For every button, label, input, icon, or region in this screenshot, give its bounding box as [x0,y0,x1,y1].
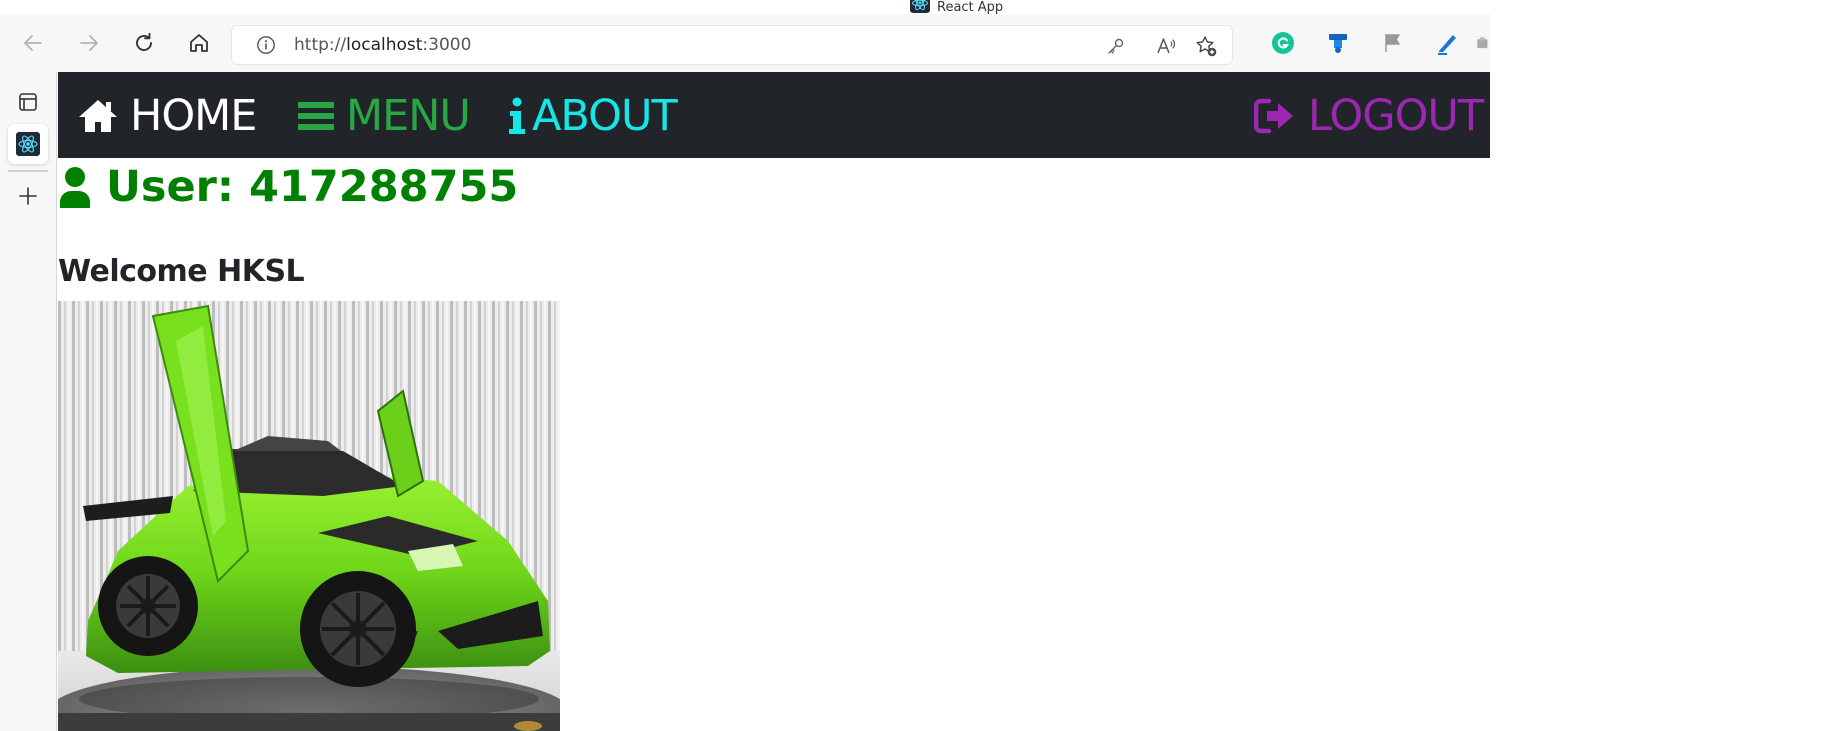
react-tab-icon[interactable] [8,124,48,164]
browser-toolbar: http://localhost:3000 [0,14,1490,72]
address-bar[interactable]: http://localhost:3000 [232,26,1232,64]
car-image [58,301,560,731]
refresh-icon[interactable] [130,29,158,57]
extension-icon[interactable] [1476,30,1490,56]
pen-icon[interactable] [1435,30,1461,56]
sign-out-icon [1254,98,1296,134]
info-icon[interactable] [256,35,276,55]
nav-menu-link[interactable]: MENU [298,91,471,141]
extension-badge-icon[interactable] [1325,30,1351,56]
key-icon[interactable] [1104,34,1128,58]
user-title: User: 417288755 [106,162,519,212]
user-icon [60,167,90,208]
add-favorite-icon[interactable] [1194,34,1218,58]
url-scheme: http:// [294,35,347,55]
main-content: User: 417288755 Welcome HKSL [58,158,1490,731]
read-aloud-icon[interactable] [1154,34,1178,58]
home-icon[interactable] [185,29,213,57]
tab-title-text: React App [937,0,1004,14]
nav-logout-link[interactable]: LOGOUT [1254,91,1484,141]
browser-side-rail [0,72,57,731]
url-host: localhost [346,35,423,55]
welcome-heading: Welcome HKSL [58,254,305,289]
tab-actions-icon[interactable] [8,82,48,122]
user-heading: User: 417288755 [58,162,518,212]
bars-icon [298,100,334,132]
url-text[interactable]: http://localhost:3000 [294,35,471,55]
nav-about-label: ABOUT [532,91,678,141]
new-tab-plus-icon[interactable] [8,176,48,216]
grammarly-icon[interactable] [1270,30,1296,56]
nav-logout-label: LOGOUT [1308,91,1484,141]
url-port: :3000 [422,35,472,55]
forward-arrow-icon[interactable] [75,29,103,57]
nav-about-link[interactable]: ABOUT [508,91,678,141]
info-icon [508,97,526,135]
back-arrow-icon[interactable] [19,29,47,57]
nav-menu-label: MENU [346,91,471,141]
tab-title[interactable]: React App [910,0,1003,14]
rail-divider [8,170,48,172]
app-navbar: HOME MENU ABOUT LOGOUT [58,72,1490,158]
react-logo-icon [910,0,930,13]
nav-home-link[interactable]: HOME [78,91,257,141]
flag-icon[interactable] [1380,30,1406,56]
nav-home-label: HOME [130,91,257,141]
home-icon [78,98,118,134]
